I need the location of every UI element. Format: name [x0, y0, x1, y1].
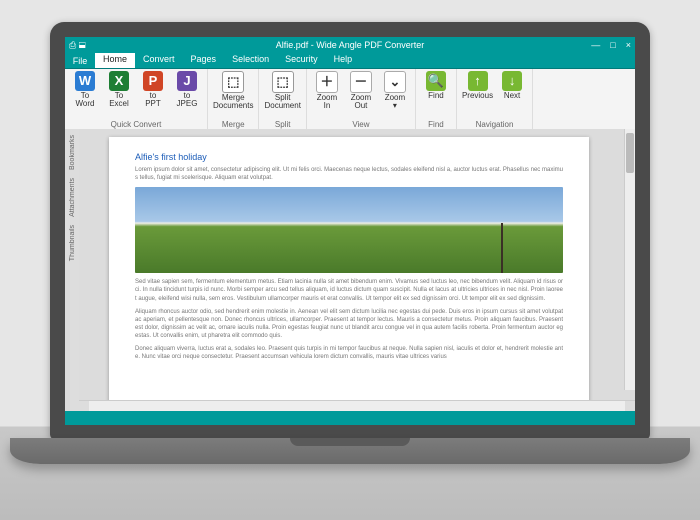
merge-icon: ⬚ — [222, 71, 244, 93]
ribbon-group-split: ⬚SplitDocument Split — [259, 69, 306, 130]
minimize-button[interactable]: — — [591, 40, 600, 50]
zoom-button[interactable]: ⌄Zoom▾ — [378, 70, 412, 112]
group-label: Find — [428, 120, 444, 129]
ribbon-group-navigation: ↑Previous↓Next Navigation — [457, 69, 533, 130]
zoom-out-icon: － — [350, 71, 372, 93]
doc-paragraph: Donec aliquam viverra, luctus erat a, so… — [135, 345, 563, 361]
document-viewport: Alfie's first holiday Lorem ipsum dolor … — [79, 129, 635, 400]
zoom-in-button[interactable]: ＋ZoomIn — [310, 70, 344, 112]
zoom-out-button[interactable]: －ZoomOut — [344, 70, 378, 112]
titlebar: ⎙ ⬓ Alfie.pdf - Wide Angle PDF Converter… — [65, 37, 635, 53]
next-icon: ↓ — [502, 71, 522, 91]
app-window: ⎙ ⬓ Alfie.pdf - Wide Angle PDF Converter… — [65, 37, 635, 425]
laptop-frame: ⎙ ⬓ Alfie.pdf - Wide Angle PDF Converter… — [50, 22, 650, 482]
prev-button[interactable]: ↑Previous — [460, 70, 495, 101]
to-excel-icon: X — [109, 71, 129, 91]
split-icon: ⬚ — [272, 71, 294, 93]
screen-bezel: ⎙ ⬓ Alfie.pdf - Wide Angle PDF Converter… — [50, 22, 650, 440]
ribbon-group-merge: ⬚MergeDocuments Merge — [208, 69, 259, 130]
menu-tab-security[interactable]: Security — [277, 53, 326, 68]
menu-tab-pages[interactable]: Pages — [183, 53, 225, 68]
doc-paragraph: Sed vitae sapien sem, fermentum elementu… — [135, 278, 563, 302]
ribbon-group-find: 🔍Find Find — [416, 69, 457, 130]
menu-bar: File HomeConvertPagesSelectionSecurityHe… — [65, 53, 635, 69]
menu-tab-help[interactable]: Help — [326, 53, 361, 68]
side-tab-attachments[interactable]: Attachments — [69, 178, 76, 217]
group-label: Quick Convert — [111, 120, 162, 129]
window-title: Alfie.pdf - Wide Angle PDF Converter — [65, 40, 635, 50]
pdf-page: Alfie's first holiday Lorem ipsum dolor … — [109, 137, 589, 400]
ribbon-group-quick-convert: WToWordXToExcelPtoPPTJtoJPEG Quick Conver… — [65, 69, 208, 130]
find-button[interactable]: 🔍Find — [419, 70, 453, 101]
find-icon: 🔍 — [426, 71, 446, 91]
zoom-in-icon: ＋ — [316, 71, 338, 93]
prev-icon: ↑ — [468, 71, 488, 91]
split-button[interactable]: ⬚SplitDocument — [262, 70, 302, 112]
titlebar-left-icons: ⎙ ⬓ — [69, 40, 86, 51]
document-area: Alfie's first holiday Lorem ipsum dolor … — [79, 129, 635, 411]
to-ppt-button[interactable]: PtoPPT — [136, 70, 170, 110]
group-label: Navigation — [476, 120, 514, 129]
menu-tab-home[interactable]: Home — [95, 53, 135, 68]
ribbon-group-view: ＋ZoomIn－ZoomOut⌄Zoom▾ View — [307, 69, 416, 130]
zoom-icon: ⌄ — [384, 71, 406, 93]
laptop-base — [10, 438, 690, 464]
doc-paragraph: Lorem ipsum dolor sit amet, consectetur … — [135, 166, 563, 182]
close-button[interactable]: × — [626, 40, 631, 50]
doc-paragraph: Aliquam rhoncus auctor odio, sed hendrer… — [135, 308, 563, 340]
to-word-button[interactable]: WToWord — [68, 70, 102, 110]
to-word-icon: W — [75, 71, 95, 91]
group-label: View — [352, 120, 369, 129]
group-label: Merge — [222, 120, 245, 129]
vertical-scrollbar[interactable] — [624, 129, 635, 390]
to-jpeg-icon: J — [177, 71, 197, 91]
side-panel-tabs: Bookmarks Attachments Thumbnails — [65, 129, 79, 411]
side-tab-thumbnails[interactable]: Thumbnails — [69, 225, 76, 261]
ribbon-toolbar: WToWordXToExcelPtoPPTJtoJPEG Quick Conver… — [65, 69, 635, 131]
doc-image — [135, 187, 563, 273]
to-ppt-icon: P — [143, 71, 163, 91]
menu-tab-selection[interactable]: Selection — [224, 53, 277, 68]
menu-tab-convert[interactable]: Convert — [135, 53, 183, 68]
to-jpeg-button[interactable]: JtoJPEG — [170, 70, 204, 110]
horizontal-scrollbar[interactable] — [79, 400, 635, 411]
doc-heading: Alfie's first holiday — [135, 151, 563, 163]
side-tab-bookmarks[interactable]: Bookmarks — [69, 135, 76, 170]
to-excel-button[interactable]: XToExcel — [102, 70, 136, 110]
file-menu[interactable]: File — [65, 53, 95, 68]
maximize-button[interactable]: □ — [610, 40, 615, 50]
group-label: Split — [275, 120, 291, 129]
next-button[interactable]: ↓Next — [495, 70, 529, 101]
merge-button[interactable]: ⬚MergeDocuments — [211, 70, 255, 112]
